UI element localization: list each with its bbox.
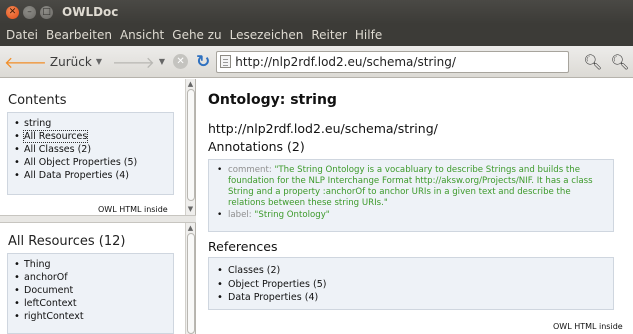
- main-owl-html-inside: OWL HTML inside: [553, 322, 623, 331]
- scroll-up-icon[interactable]: ▲: [186, 223, 195, 233]
- all-resources-list: Thing anchorOf Document leftContext righ…: [7, 253, 174, 334]
- annotation-key: label:: [228, 210, 252, 220]
- annotation-label: label: "String Ontology": [217, 210, 607, 221]
- back-label: Zurück: [49, 54, 92, 69]
- menu-reiter[interactable]: Reiter: [307, 28, 351, 42]
- reload-icon[interactable]: ↻: [196, 52, 210, 72]
- zoom-in-icon[interactable]: 🔍︎: [610, 53, 629, 71]
- contents-item-all-data-properties[interactable]: All Data Properties (4): [8, 169, 169, 182]
- resource-item-thing[interactable]: Thing: [8, 258, 169, 271]
- scroll-down-icon[interactable]: ▼: [186, 204, 195, 214]
- zoom-out-icon[interactable]: 🔍︎: [583, 53, 602, 71]
- close-window-icon[interactable]: ✕: [6, 5, 19, 19]
- annotation-key: comment:: [228, 165, 272, 175]
- title-bar: ✕ – □ OWLDoc: [0, 0, 633, 24]
- resources-scrollbar[interactable]: ▲: [185, 223, 195, 334]
- contents-heading: Contents: [8, 93, 67, 108]
- back-arrow-icon: 🡐: [4, 52, 47, 72]
- minimize-window-icon[interactable]: –: [23, 5, 36, 19]
- contents-list: string All Resources All Classes (2) All…: [7, 112, 174, 195]
- all-resources-heading: All Resources (12): [8, 234, 126, 249]
- reference-data-properties[interactable]: Data Properties (4): [217, 291, 607, 305]
- contents-item-string[interactable]: string: [8, 117, 169, 130]
- annotation-value: "The String Ontology is a vocabluary to …: [228, 165, 593, 208]
- navigation-frame: Contents string All Resources All Classe…: [0, 79, 196, 334]
- menu-datei[interactable]: Datei: [2, 28, 42, 42]
- back-history-dropdown-icon[interactable]: ▼: [96, 57, 102, 66]
- annotations-heading: Annotations (2): [208, 139, 305, 154]
- menu-ansicht[interactable]: Ansicht: [116, 28, 168, 42]
- resources-scroll-thumb[interactable]: [187, 233, 195, 334]
- reference-classes[interactable]: Classes (2): [217, 264, 607, 278]
- content-frame: Ontology: string http://nlp2rdf.lod2.eu/…: [197, 79, 633, 334]
- contents-scroll-thumb[interactable]: [187, 89, 195, 201]
- references-heading: References: [208, 239, 278, 254]
- annotation-comment: comment: "The String Ontology is a vocab…: [217, 165, 607, 209]
- contents-item-all-classes[interactable]: All Classes (2): [8, 143, 169, 156]
- ontology-iri: http://nlp2rdf.lod2.eu/schema/string/: [208, 121, 438, 136]
- annotation-value: "String Ontology": [254, 210, 330, 220]
- back-button[interactable]: 🡐 Zurück ▼: [4, 52, 102, 72]
- contents-item-all-resources[interactable]: All Resources: [8, 130, 169, 143]
- navigation-toolbar: 🡐 Zurück ▼ 🡒 ▼ ✕ ↻ http://nlp2rdf.lod2.e…: [0, 46, 633, 78]
- forward-button-icon[interactable]: 🡒: [112, 52, 155, 72]
- maximize-window-icon[interactable]: □: [40, 5, 53, 19]
- forward-history-dropdown-icon[interactable]: ▼: [159, 57, 165, 66]
- frame-divider[interactable]: [0, 215, 196, 223]
- reference-object-properties[interactable]: Object Properties (5): [217, 278, 607, 292]
- page-icon: [220, 55, 232, 68]
- address-bar[interactable]: http://nlp2rdf.lod2.eu/schema/string/: [216, 50, 570, 73]
- stop-icon[interactable]: ✕: [173, 54, 189, 69]
- menu-bearbeiten[interactable]: Bearbeiten: [42, 28, 116, 42]
- resource-item-anchorof[interactable]: anchorOf: [8, 271, 169, 284]
- contents-scrollbar[interactable]: ▲ ▼: [185, 79, 195, 215]
- contents-item-all-object-properties[interactable]: All Object Properties (5): [8, 156, 169, 169]
- menu-bar: Datei Bearbeiten Ansicht Gehe zu Lesezei…: [0, 24, 633, 46]
- references-box: Classes (2) Object Properties (5) Data P…: [208, 257, 614, 310]
- annotations-box: comment: "The String Ontology is a vocab…: [208, 159, 614, 232]
- resource-item-leftcontext[interactable]: leftContext: [8, 297, 169, 310]
- scroll-up-icon[interactable]: ▲: [186, 79, 195, 89]
- menu-hilfe[interactable]: Hilfe: [351, 28, 386, 42]
- resource-item-document[interactable]: Document: [8, 284, 169, 297]
- menu-gehe-zu[interactable]: Gehe zu: [168, 28, 225, 42]
- window-title: OWLDoc: [62, 5, 119, 19]
- menu-lesezeichen[interactable]: Lesezeichen: [226, 28, 308, 42]
- page-title: Ontology: string: [208, 92, 337, 108]
- resource-item-rightcontext[interactable]: rightContext: [8, 310, 169, 323]
- address-url: http://nlp2rdf.lod2.eu/schema/string/: [235, 54, 456, 69]
- contents-owl-html-inside: OWL HTML inside: [98, 205, 168, 214]
